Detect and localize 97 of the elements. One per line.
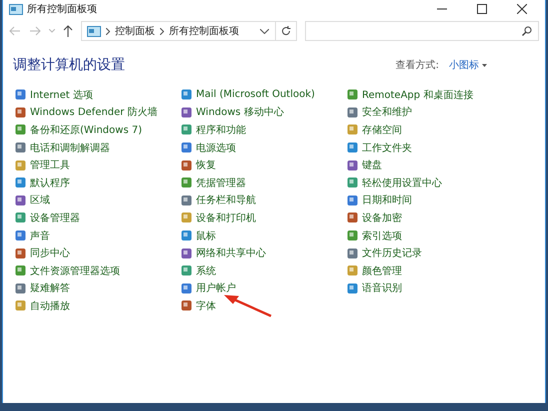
applet-icon	[181, 212, 192, 224]
control-panel-item[interactable]: 日期和时间	[347, 192, 513, 210]
applet-icon	[181, 142, 192, 154]
search-field[interactable]	[305, 21, 539, 41]
applet-icon	[15, 300, 26, 312]
arrow-annotation	[223, 294, 273, 318]
applet-icon	[347, 89, 358, 100]
control-panel-item[interactable]: 管理工具	[15, 156, 181, 174]
control-panel-item[interactable]: 存储空间	[347, 121, 513, 139]
applet-icon	[347, 160, 358, 171]
search-icon	[522, 26, 532, 36]
view-by-label: 查看方式:	[396, 58, 439, 72]
control-panel-item[interactable]: 恢复	[181, 156, 347, 174]
control-panel-item[interactable]: Internet 选项	[15, 86, 181, 104]
applet-icon	[181, 124, 192, 136]
control-panel-icon	[9, 4, 23, 14]
control-panel-item[interactable]: 任务栏和导航	[181, 192, 347, 210]
applet-icon	[181, 300, 192, 312]
refresh-icon	[281, 26, 291, 36]
applet-icon	[181, 230, 192, 242]
control-panel-item[interactable]: Mail (Microsoft Outlook)	[181, 86, 347, 104]
applet-icon	[181, 265, 192, 276]
control-panel-item[interactable]: 文件历史记录	[347, 244, 513, 262]
applet-icon	[347, 265, 358, 276]
control-panel-item[interactable]: 设备管理器	[15, 209, 181, 227]
applet-icon	[181, 282, 192, 294]
applet-icon	[15, 248, 26, 259]
applet-icon	[181, 160, 192, 171]
applet-icon	[347, 106, 358, 118]
control-panel-item[interactable]: 电话和调制解调器	[15, 138, 181, 156]
control-panel-item[interactable]: 语音识别	[347, 280, 513, 298]
control-panel-icon	[87, 26, 101, 36]
applet-icon	[347, 282, 358, 294]
dropdown-caret-icon[interactable]	[260, 28, 269, 34]
applet-icon	[15, 106, 26, 118]
control-panel-item[interactable]: 设备和打印机	[181, 209, 347, 227]
up-arrow-icon[interactable]	[63, 25, 73, 37]
applet-icon	[181, 194, 192, 206]
maximize-icon[interactable]	[477, 4, 487, 14]
control-panel-item[interactable]: 电源选项	[181, 138, 347, 156]
applet-icon	[15, 194, 26, 206]
applet-icon	[15, 212, 26, 224]
applet-icon	[15, 230, 26, 242]
applet-icon	[15, 89, 26, 100]
control-panel-item[interactable]: 网络和共享中心	[181, 244, 347, 262]
applet-icon	[347, 194, 358, 206]
applet-icon	[15, 124, 26, 136]
applet-icon	[347, 124, 358, 136]
applet-icon	[347, 177, 358, 188]
caret-icon	[482, 64, 487, 66]
control-panel-item[interactable]: 字体	[181, 297, 347, 315]
control-panel-item[interactable]: 安全和维护	[347, 104, 513, 122]
window-title: 所有控制面板项	[27, 2, 97, 16]
applet-icon	[181, 106, 192, 118]
control-panel-item[interactable]: Windows Defender 防火墙	[15, 104, 181, 122]
control-panel-item[interactable]: 自动播放	[15, 297, 181, 315]
applet-icon	[15, 265, 26, 276]
control-panel-item[interactable]: 同步中心	[15, 244, 181, 262]
control-panel-item[interactable]: Windows 移动中心	[181, 104, 347, 122]
applet-icon	[347, 212, 358, 224]
chevron-icon	[106, 28, 110, 34]
control-panel-item[interactable]: 声音	[15, 226, 181, 244]
control-panel-item[interactable]: 默认程序	[15, 174, 181, 192]
control-panel-item[interactable]: 设备加密	[347, 209, 513, 227]
applet-icon	[181, 177, 192, 188]
applet-icon	[181, 248, 192, 259]
applet-icon	[181, 89, 192, 100]
applet-icon	[347, 142, 358, 154]
view-by-dropdown[interactable]: 小图标	[449, 58, 487, 72]
page-heading: 调整计算机的设置	[13, 56, 125, 74]
refresh-button[interactable]	[275, 21, 297, 41]
applet-icon	[15, 177, 26, 188]
control-panel-item[interactable]: 索引选项	[347, 226, 513, 244]
applet-icon	[15, 282, 26, 294]
control-panel-item[interactable]: 凭据管理器	[181, 174, 347, 192]
breadcrumb-item[interactable]: 所有控制面板项	[169, 24, 239, 38]
applet-icon	[15, 160, 26, 171]
control-panel-item[interactable]: 颜色管理	[347, 262, 513, 280]
control-panel-item[interactable]: 轻松使用设置中心	[347, 174, 513, 192]
chevron-icon	[160, 28, 164, 34]
control-panel-item[interactable]: 鼠标	[181, 226, 347, 244]
control-panel-item[interactable]: 程序和功能	[181, 121, 347, 139]
control-panel-item[interactable]: RemoteApp 和桌面连接	[347, 86, 513, 104]
breadcrumb-item[interactable]: 控制面板	[115, 24, 155, 38]
applet-icon	[15, 142, 26, 154]
applet-icon	[347, 230, 358, 242]
close-icon[interactable]	[517, 4, 527, 14]
applet-icon	[347, 248, 358, 259]
control-panel-item[interactable]: 工作文件夹	[347, 138, 513, 156]
control-panel-item[interactable]: 用户帐户	[181, 280, 347, 298]
control-panel-item[interactable]: 疑难解答	[15, 280, 181, 298]
control-panel-item[interactable]: 系统	[181, 262, 347, 280]
control-panel-item[interactable]: 备份和还原(Windows 7)	[15, 121, 181, 139]
control-panel-item[interactable]: 键盘	[347, 156, 513, 174]
control-panel-item[interactable]: 文件资源管理器选项	[15, 262, 181, 280]
address-bar[interactable]: 控制面板 所有控制面板项	[81, 21, 276, 41]
control-panel-item[interactable]: 区域	[15, 192, 181, 210]
